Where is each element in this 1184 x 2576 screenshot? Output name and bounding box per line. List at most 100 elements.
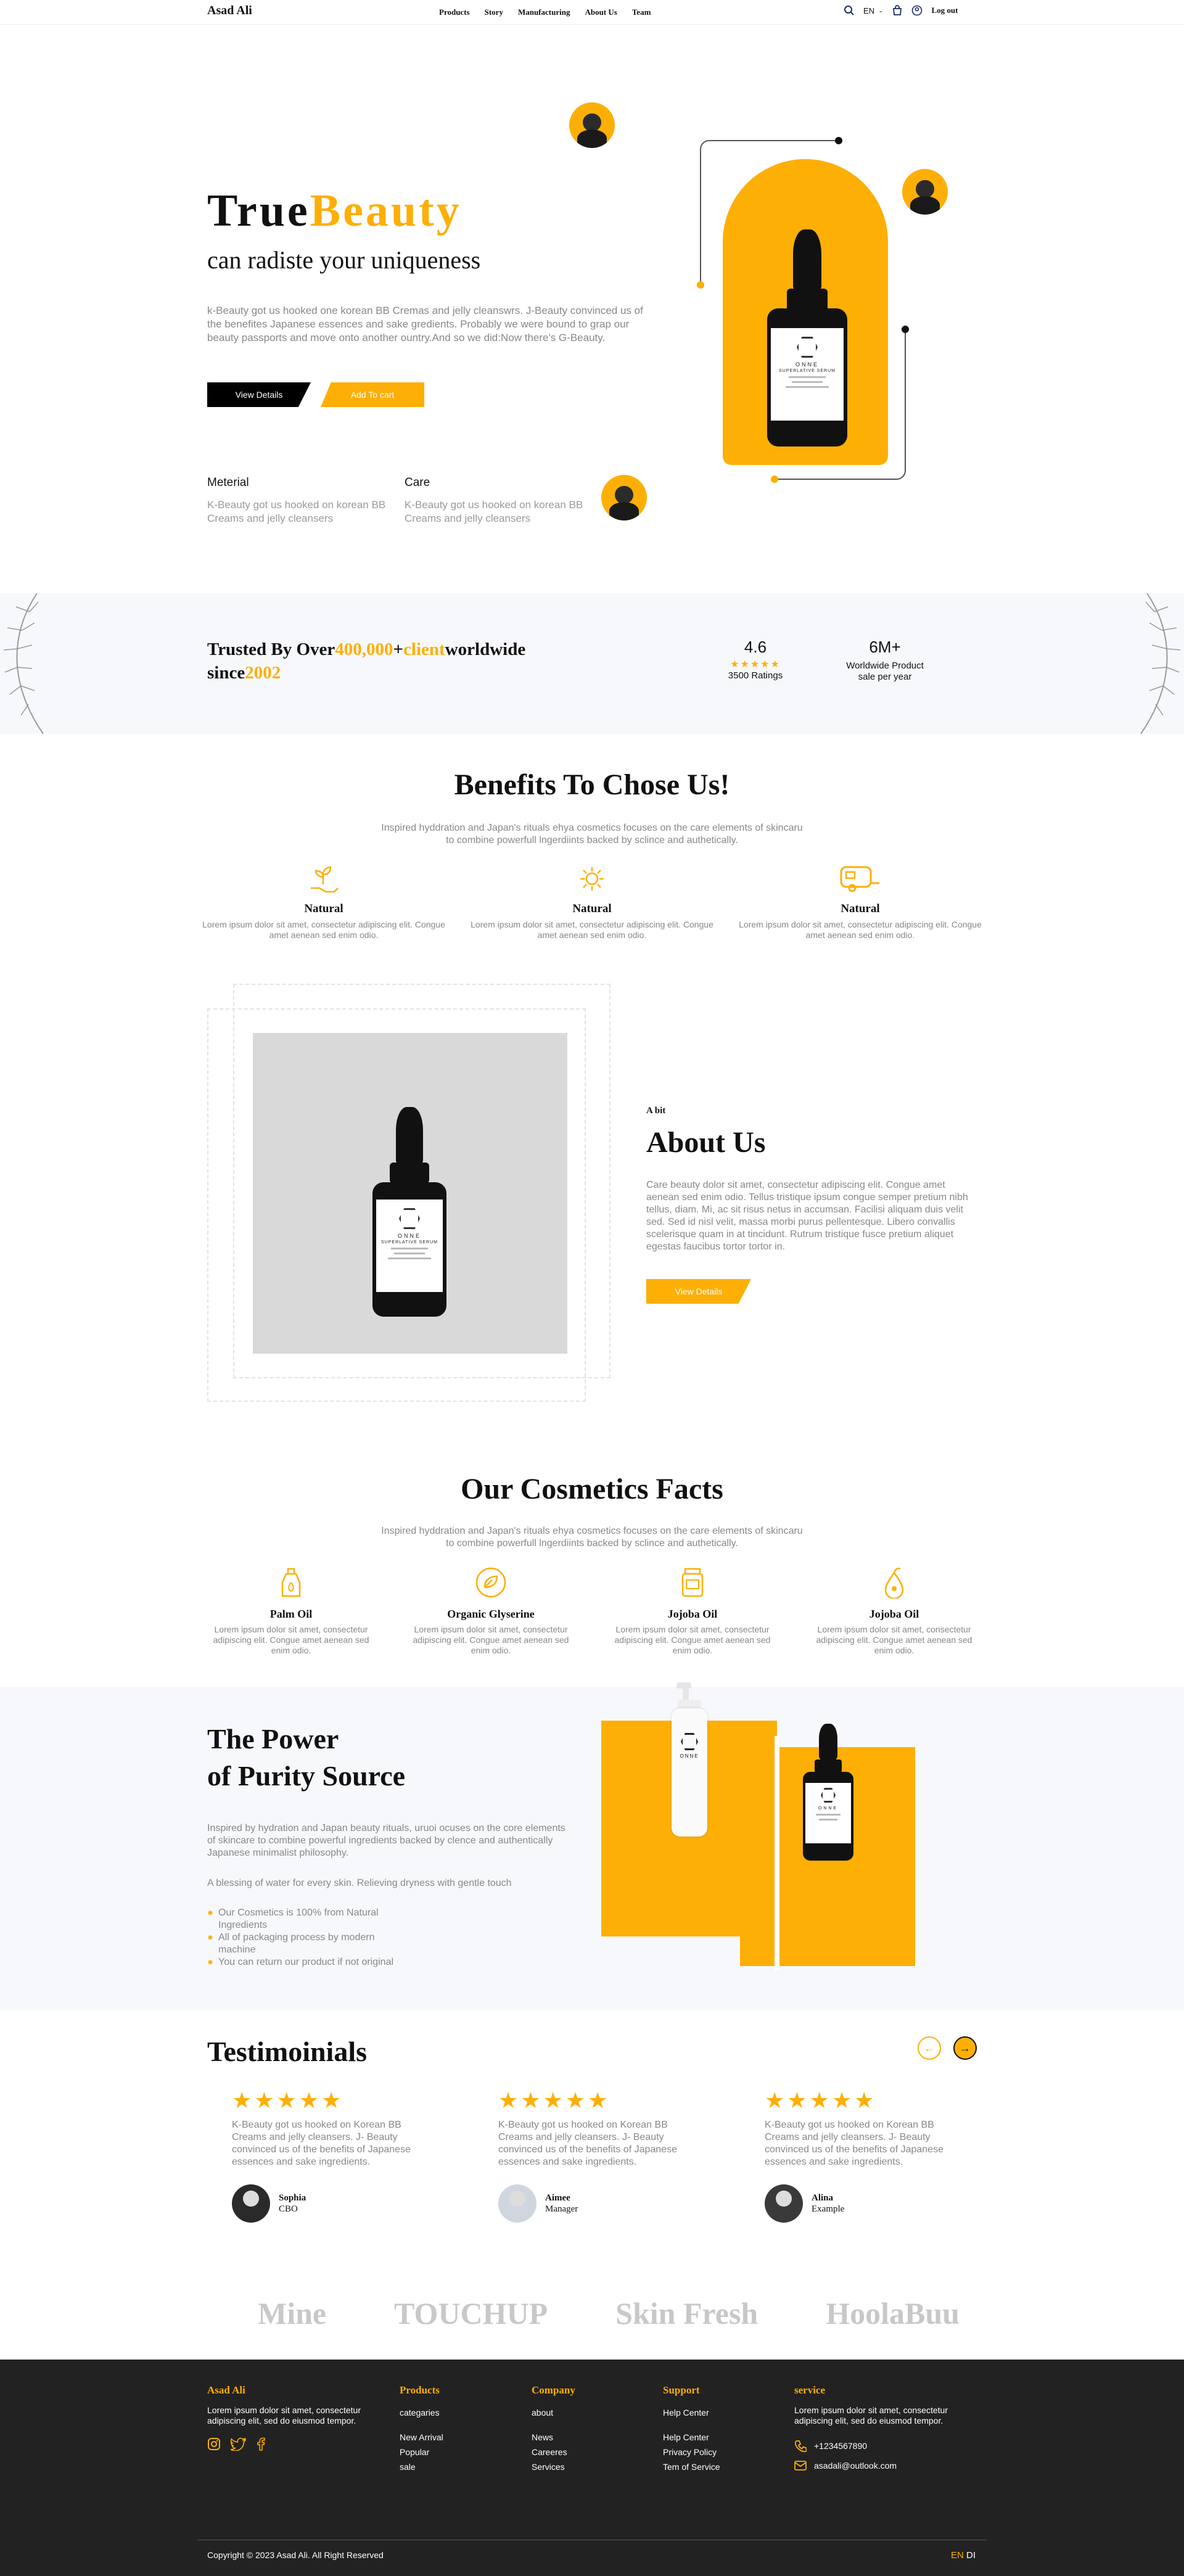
trusted-heading: Trusted By Over400,000+clientworldwide s…: [207, 640, 526, 683]
power-serum-bottle: ONNE: [803, 1724, 853, 1861]
footer-link[interactable]: Help Center: [663, 2405, 720, 2420]
menu-item-story[interactable]: Story: [485, 7, 503, 17]
hero-serum-bottle: ONNE SUPERLATIVE SERUM: [767, 229, 847, 446]
search-icon[interactable]: [844, 5, 855, 16]
footer-email[interactable]: asadali@outlook.com: [814, 2458, 897, 2473]
about-text: Care beauty dolor sit amet, consectetur …: [646, 1180, 968, 1252]
brand-skin-fresh: Skin Fresh: [615, 2296, 758, 2331]
footer-link[interactable]: categaries: [400, 2405, 443, 2420]
pump-bottle: ONNE: [672, 1682, 707, 1837]
leaf-decor-left: [3, 593, 44, 734]
footer-support: Support Help Center Help Center Privacy …: [663, 2384, 720, 2474]
footer-link[interactable]: News: [532, 2430, 575, 2445]
avatar: [498, 2184, 536, 2223]
menu-item-about[interactable]: About Us: [585, 7, 617, 17]
power-text-2: A blessing of water for every skin. Reli…: [207, 1878, 512, 1888]
hero-subtitle: can radiste your uniqueness: [207, 246, 481, 274]
mail-icon: [794, 2461, 807, 2471]
footer-language: EN DI: [951, 2550, 976, 2561]
hero-paragraph: k-Beauty got us hooked one korean BB Cre…: [207, 305, 643, 344]
gear-icon: [580, 867, 604, 891]
testimonials-title: Testimoinials: [207, 2036, 368, 2067]
add-to-cart-button[interactable]: Add To cart: [321, 382, 424, 407]
footer-link[interactable]: New Arrival: [400, 2430, 443, 2445]
facebook-icon[interactable]: [257, 2437, 265, 2451]
fact-item-4: Jojoba Oil Lorem ipsum dolor sit amet, c…: [808, 1566, 980, 1656]
footer-link[interactable]: Tem of Service: [663, 2459, 720, 2474]
language-select[interactable]: EN ⌄: [863, 6, 883, 15]
power-bullets: Our Cosmetics is 100% from Natural Ingre…: [207, 1907, 405, 1969]
caravan-icon: [840, 866, 879, 892]
cart-icon[interactable]: [892, 5, 903, 16]
hero-title: TrueBeauty: [207, 186, 462, 236]
list-item: You can return our product if not origin…: [207, 1956, 405, 1969]
benefit-item-1: Natural Lorem ipsum dolor sit amet, cons…: [200, 863, 447, 940]
menu-item-manufacturing[interactable]: Manufacturing: [518, 7, 570, 17]
about-kicker: A bit: [646, 1106, 666, 1116]
footer-link[interactable]: about: [532, 2405, 575, 2420]
prev-arrow-icon[interactable]: ←: [918, 2036, 941, 2060]
oil-bottle-icon: [281, 1568, 301, 1597]
footer-phone[interactable]: +1234567890: [814, 2438, 867, 2453]
footer-link[interactable]: Careeres: [532, 2445, 575, 2459]
facts-title: Our Cosmetics Facts: [461, 1473, 723, 1505]
power-section: [0, 1687, 1184, 2010]
brand-hoolabuu: HoolaBuu: [826, 2296, 960, 2331]
facts-text: Inspired hyddration and Japan's rituals …: [381, 1526, 803, 1549]
testimonial-card-3: ★★★★★ K-Beauty got us hooked on Korean B…: [765, 2088, 968, 2223]
hero-avatar-3: [601, 475, 647, 521]
benefits-title: Benefits To Chose Us!: [454, 768, 730, 801]
list-item: All of packaging process by modern machi…: [207, 1932, 405, 1956]
copyright: Copyright © 2023 Asad Ali. All Right Res…: [207, 2550, 384, 2560]
header-actions: EN ⌄ Log out: [844, 5, 958, 16]
footer-products: Products categaries New Arrival Popular …: [400, 2384, 443, 2474]
footer-link[interactable]: Privacy Policy: [663, 2445, 720, 2459]
hero-avatar-2: [902, 169, 948, 215]
about-serum-bottle: ONNE SUPERLATIVE SERUM: [372, 1107, 446, 1317]
footer-link[interactable]: Services: [532, 2459, 575, 2474]
power-divider: [775, 1736, 779, 1970]
footer-company: Company about News Careeres Services: [532, 2384, 575, 2474]
rating-stars: ★★★★★: [765, 2088, 877, 2113]
about-view-details-button[interactable]: View Details: [646, 1279, 751, 1304]
power-text: Inspired by hydration and Japan beauty r…: [207, 1823, 565, 1858]
lang-di[interactable]: DI: [966, 2550, 976, 2561]
brand-touchup: TOUCHUP: [394, 2296, 548, 2331]
fact-item-3: Jojoba Oil Lorem ipsum dolor sit amet, c…: [606, 1566, 779, 1656]
testimonial-card-2: ★★★★★ K-Beauty got us hooked on Korean B…: [498, 2088, 702, 2223]
fact-item-1: Palm Oil Lorem ipsum dolor sit amet, con…: [205, 1566, 377, 1656]
view-details-button[interactable]: View Details: [207, 382, 311, 407]
benefits-text: Inspired hyddration and Japan's rituals …: [381, 823, 803, 846]
bottle-brand: ONNE: [795, 361, 819, 368]
logout-link[interactable]: Log out: [931, 6, 958, 15]
list-item: Our Cosmetics is 100% from Natural Ingre…: [207, 1907, 405, 1932]
menu-item-products[interactable]: Products: [439, 7, 470, 17]
feature-material: Meterial K-Beauty got us hooked on korean…: [207, 476, 386, 524]
hero-avatar-1: [569, 102, 615, 148]
fact-item-2: Organic Glyserine Lorem ipsum dolor sit …: [405, 1566, 577, 1656]
next-arrow-icon[interactable]: →: [953, 2036, 977, 2060]
instagram-icon[interactable]: [207, 2437, 221, 2451]
rating-stars: ★★★★★: [232, 2088, 344, 2113]
site-logo[interactable]: Asad Ali: [207, 4, 252, 18]
footer-link[interactable]: sale: [400, 2459, 443, 2474]
benefit-item-3: Natural Lorem ipsum dolor sit amet, cons…: [737, 863, 984, 940]
feature-care: Care K-Beauty got us hooked on korean BB …: [405, 476, 583, 524]
stat-sales: 6M+ Worldwide Product sale per year: [846, 638, 924, 682]
rating-stars: ★★★★★: [498, 2088, 610, 2113]
stat-ratings: 4.6 ★★★★★ 3500 Ratings: [715, 638, 796, 681]
footer: [0, 2360, 1184, 2576]
lang-en[interactable]: EN: [951, 2550, 964, 2561]
trusted-band: [0, 593, 1184, 734]
drop-fruit-icon: [884, 1568, 904, 1600]
main-menu: Products Story Manufacturing About Us Te…: [439, 7, 651, 17]
power-title: The Power of Purity Source: [207, 1723, 406, 1792]
footer-link[interactable]: Help Center: [663, 2430, 720, 2445]
benefit-item-2: Natural Lorem ipsum dolor sit amet, cons…: [469, 863, 715, 940]
menu-item-team[interactable]: Team: [632, 7, 651, 17]
twitter-icon[interactable]: [231, 2437, 247, 2451]
user-icon[interactable]: [911, 5, 923, 16]
avatar: [232, 2184, 270, 2223]
leaf-circle-icon: [475, 1567, 506, 1598]
footer-link[interactable]: Popular: [400, 2445, 443, 2459]
